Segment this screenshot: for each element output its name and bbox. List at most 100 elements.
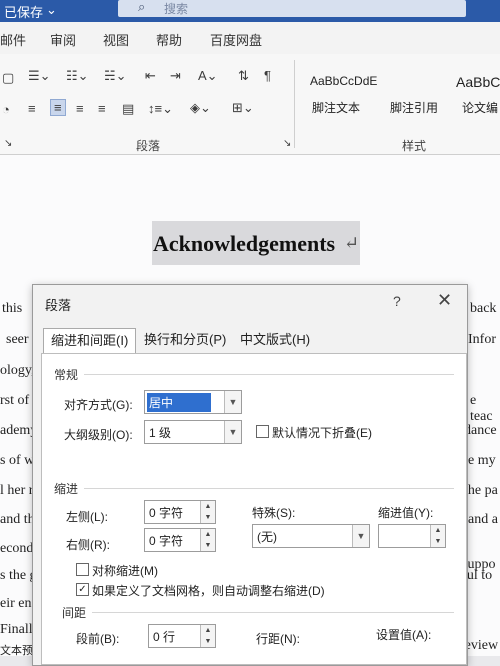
paragraph-dialog: 段落 ? ✕ 缩进和间距(I) 换行和分页(P) 中文版式(H) 常规 对齐方式…: [32, 284, 468, 666]
ribbon-separator: [294, 60, 295, 148]
title-bar: 已保存 ⌄ ⌕ 搜索: [0, 0, 500, 22]
text-fragment: the pa: [464, 483, 498, 498]
spinner-arrows-icon[interactable]: ▲ ▼: [430, 525, 445, 547]
alignment-select[interactable]: 居中 ▼: [144, 390, 242, 414]
style-footnote-text[interactable]: 脚注文本: [312, 99, 360, 116]
selected-heading[interactable]: Acknowledgements ↵: [152, 221, 360, 265]
collapse-checkbox[interactable]: [256, 425, 269, 438]
text-fragment: rst of: [0, 393, 30, 408]
special-indent-value: (无): [257, 530, 277, 544]
special-indent-select[interactable]: (无) ▼: [252, 524, 370, 548]
at-value-label: 设置值(A):: [376, 628, 432, 642]
outline-level-select[interactable]: 1 级 ▼: [144, 420, 242, 444]
increase-indent-icon[interactable]: ⇥: [170, 68, 181, 84]
menu-help[interactable]: 帮助: [156, 30, 182, 49]
saved-dropdown-icon[interactable]: ⌄: [46, 2, 57, 18]
search-icon: ⌕: [138, 0, 146, 14]
right-indent-label: 右侧(R):: [66, 538, 110, 552]
tab-line-page-breaks[interactable]: 换行和分页(P): [137, 328, 233, 352]
show-marks-icon[interactable]: ¶: [264, 68, 271, 83]
heading-text: Acknowledgements: [153, 231, 336, 256]
tab-asian-typography[interactable]: 中文版式(H): [233, 328, 317, 352]
text-fragment: e teac: [470, 393, 493, 424]
menu-baidu-netdisk[interactable]: 百度网盘: [210, 30, 262, 49]
ribbon: ▢ ☰⌄ ☷⌄ ☵⌄ ⇤ ⇥ A⌄ ⇅ ¶ ◔ ≡ ≡ ≡ ≡ ▤ ↕≡⌄ ◈⌄…: [0, 54, 500, 155]
line-spacing-label: 行距(N):: [256, 632, 300, 646]
paragraph-group-label: 段落: [136, 139, 161, 153]
numbered-list-icon[interactable]: ☷⌄: [66, 68, 89, 84]
mirror-indent-label: 对称缩进(M): [92, 564, 158, 578]
text-fragment: back: [470, 301, 497, 316]
borders-icon[interactable]: ⊞⌄: [232, 100, 254, 116]
indent-value-spinner[interactable]: ▲ ▼: [378, 524, 446, 548]
text-fragment: and a: [468, 512, 498, 527]
spinner-arrows-icon[interactable]: ▲ ▼: [200, 625, 215, 647]
distributed-icon[interactable]: ▤: [122, 101, 134, 117]
indent-value-label: 缩进值(Y):: [378, 506, 434, 520]
dialog-title: 段落: [45, 298, 72, 313]
multilevel-list-icon[interactable]: ☵⌄: [104, 68, 127, 84]
paragraph-mark-icon: ↵: [344, 233, 360, 253]
menu-view[interactable]: 视图: [103, 30, 129, 49]
tab-panel: 常规 对齐方式(G): 居中 ▼ 大纲级别(O): 1 级 ▼ 默认情况下折叠(…: [41, 353, 467, 665]
special-indent-label: 特殊(S):: [252, 506, 296, 520]
text-fragment: seer: [6, 332, 29, 347]
text-fragment: Infor: [468, 332, 496, 347]
paragraph-launcher-icon[interactable]: ↘: [283, 138, 291, 149]
text-fragment: l her r: [0, 483, 34, 498]
alignment-label: 对齐方式(G):: [64, 398, 133, 412]
alignment-value: 居中: [147, 393, 212, 412]
section-divider: [84, 374, 454, 375]
chevron-down-icon[interactable]: ▼: [224, 391, 241, 413]
left-indent-value: 0 字符: [149, 506, 184, 520]
space-before-value: 0 行: [153, 630, 176, 644]
clipboard-partial-icon[interactable]: ▢: [2, 70, 14, 86]
search-placeholder: 搜索: [164, 2, 189, 16]
menu-review[interactable]: 审阅: [50, 30, 76, 49]
style-footnote-ref[interactable]: 脚注引用: [390, 99, 438, 116]
asian-layout-icon[interactable]: A⌄: [198, 68, 218, 84]
text-fragment: dance: [464, 423, 497, 438]
auto-adjust-checkbox[interactable]: ✓: [76, 583, 89, 596]
align-right-icon[interactable]: ≡: [76, 101, 84, 116]
help-button[interactable]: ?: [393, 293, 401, 309]
shading-icon[interactable]: ◈⌄: [190, 100, 211, 116]
general-section-title: 常规: [54, 368, 79, 382]
tab-indents-spacing[interactable]: 缩进和间距(I): [43, 328, 137, 353]
bullet-list-icon[interactable]: ☰⌄: [28, 68, 51, 84]
collapse-label: 默认情况下折叠(E): [272, 426, 372, 440]
section-divider: [92, 612, 454, 613]
right-indent-spinner[interactable]: 0 字符 ▲ ▼: [144, 528, 216, 552]
chevron-down-icon[interactable]: ▼: [224, 421, 241, 443]
chevron-down-icon[interactable]: ▼: [352, 525, 369, 547]
left-indent-spinner[interactable]: 0 字符 ▲ ▼: [144, 500, 216, 524]
decrease-indent-icon[interactable]: ⇤: [145, 68, 156, 84]
line-spacing-icon[interactable]: ↕≡⌄: [148, 101, 173, 117]
clipboard-launcher-icon[interactable]: ↘: [4, 138, 12, 149]
format-painter-partial-icon[interactable]: ◔: [2, 102, 10, 117]
style-preview[interactable]: AaBbC: [456, 74, 500, 90]
left-indent-label: 左侧(L):: [66, 510, 109, 524]
mirror-indent-checkbox[interactable]: [76, 563, 89, 576]
align-center-icon[interactable]: ≡: [50, 99, 66, 116]
spacing-section-title: 间距: [62, 606, 87, 620]
close-icon[interactable]: ✕: [437, 290, 452, 311]
menu-bar: 邮件 审阅 视图 帮助 百度网盘: [0, 22, 500, 54]
style-thesis[interactable]: 论文编: [462, 99, 498, 116]
justify-icon[interactable]: ≡: [98, 101, 106, 116]
text-fragment: econd: [0, 541, 34, 556]
text-fragment: e my: [468, 453, 496, 468]
sort-icon[interactable]: ⇅: [238, 68, 249, 84]
search-box[interactable]: ⌕ 搜索: [118, 0, 466, 17]
indent-section-title: 缩进: [54, 482, 79, 496]
text-fragment: s of w: [0, 453, 35, 468]
style-preview[interactable]: AaBbCcDdE: [310, 74, 377, 88]
space-before-spinner[interactable]: 0 行 ▲ ▼: [148, 624, 216, 648]
spinner-arrows-icon[interactable]: ▲ ▼: [200, 501, 215, 523]
align-left-icon[interactable]: ≡: [28, 101, 36, 116]
menu-mail[interactable]: 邮件: [0, 30, 26, 49]
auto-adjust-label: 如果定义了文档网格，则自动调整右缩进(D): [92, 584, 325, 598]
styles-group-label: 样式: [402, 139, 427, 153]
spinner-arrows-icon[interactable]: ▲ ▼: [200, 529, 215, 551]
saved-status: 已保存: [4, 5, 44, 20]
